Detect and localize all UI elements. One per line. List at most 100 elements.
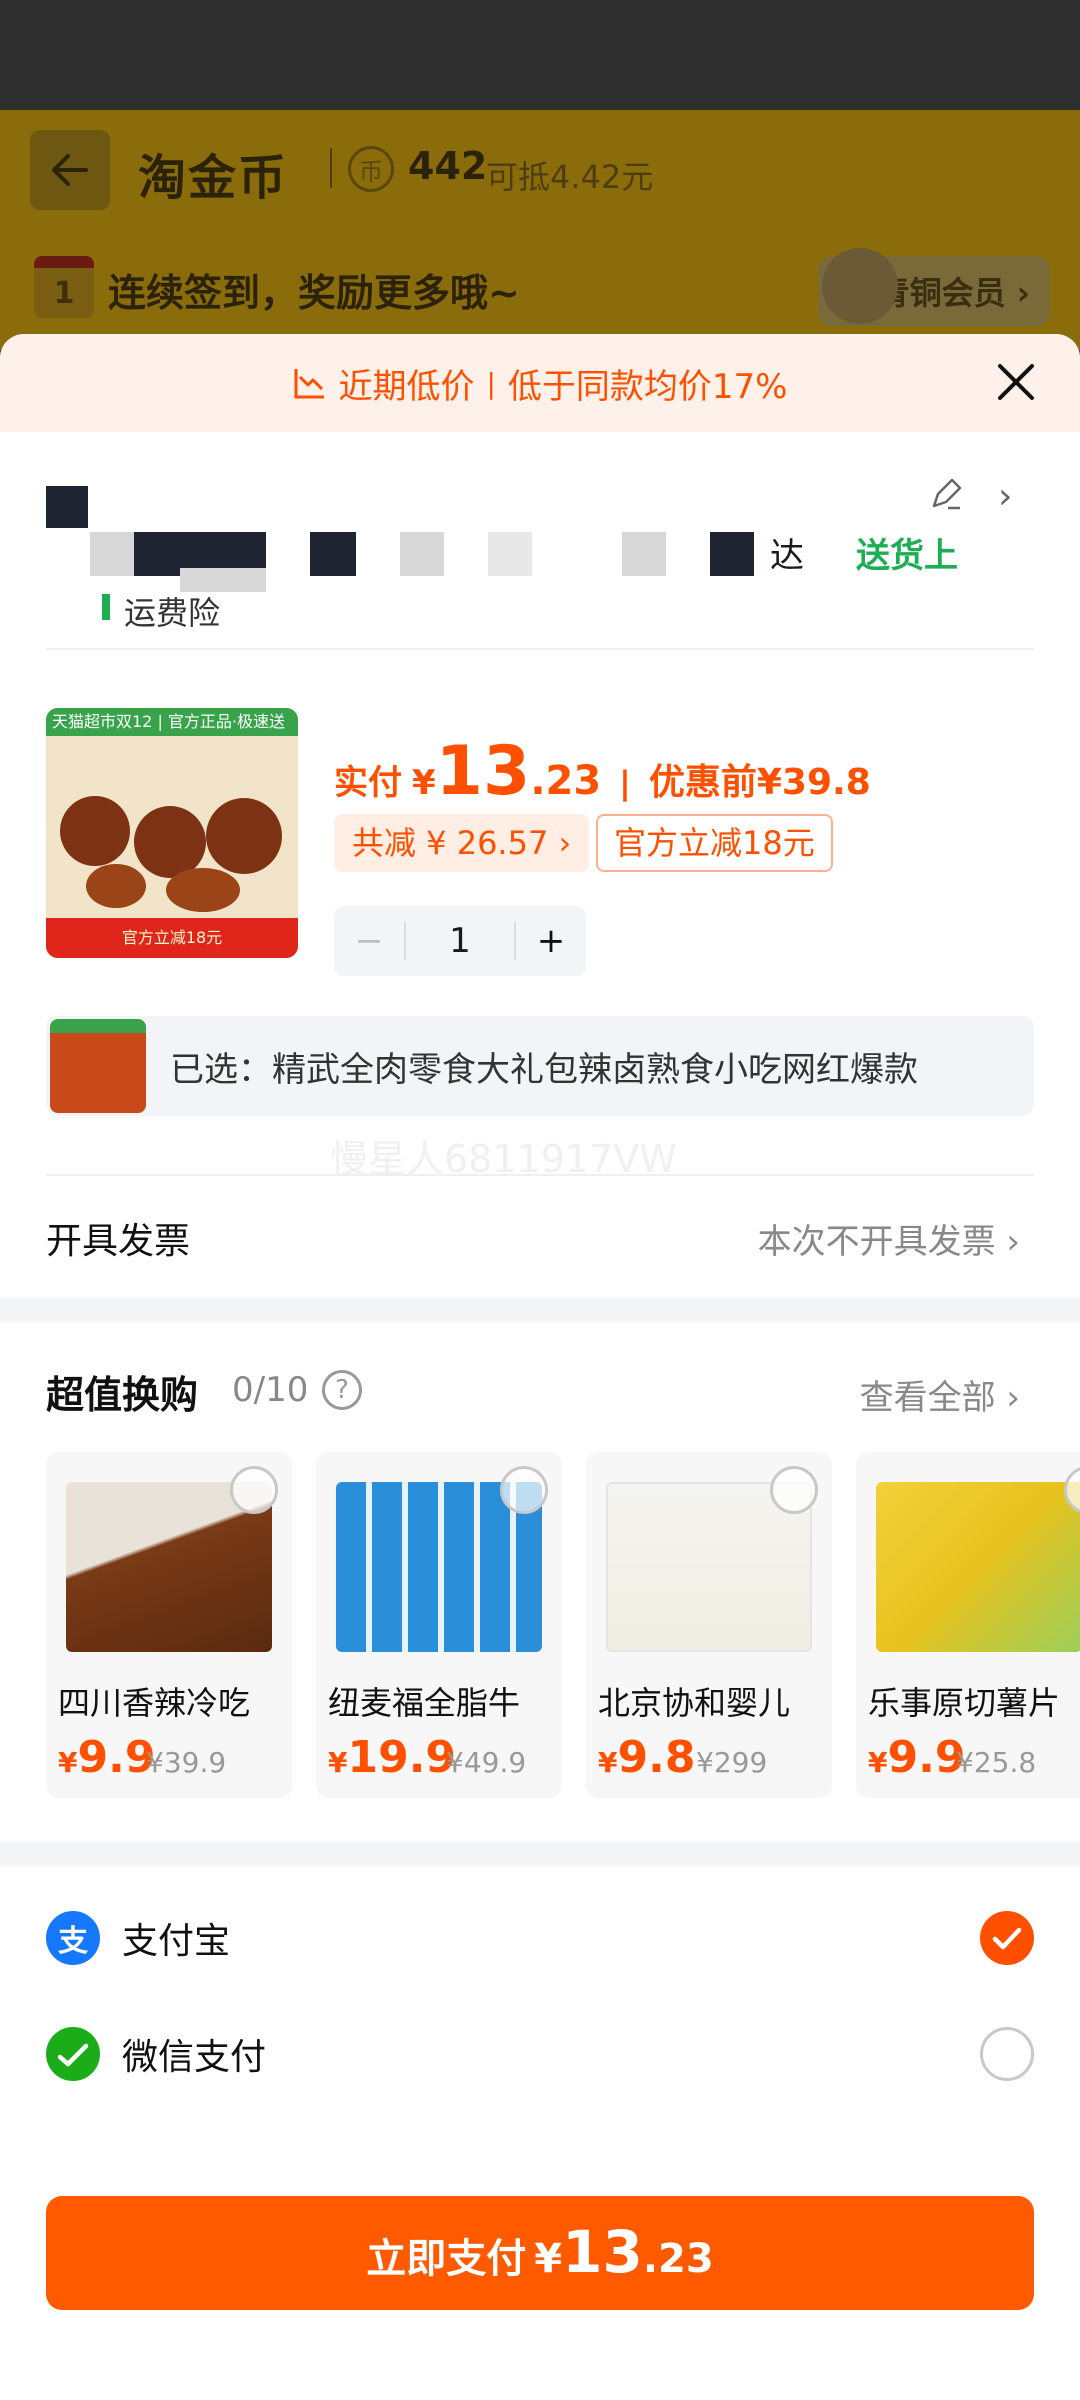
product-image-top-strip: 天猫超市双12 | 官方正品·极速送达 — [46, 708, 298, 759]
address-section[interactable]: › 达 送货上 运费险 — [0, 432, 1080, 688]
price-separator: | — [619, 764, 631, 802]
exchange-count: 0/10 — [232, 1370, 309, 1410]
exchange-item-original-price: ¥39.9 — [146, 1746, 227, 1779]
exchange-card[interactable]: 北京协和婴儿 ¥9.8 ¥299 — [586, 1452, 832, 1798]
redacted-block — [90, 532, 134, 576]
product-image-promo-band: 官方立减18元 — [46, 918, 298, 958]
official-discount-badge: 官方立减18元 — [596, 814, 833, 872]
sku-thumbnail — [50, 1019, 146, 1113]
select-radio[interactable] — [230, 1466, 278, 1514]
price-decimal: .23 — [530, 758, 602, 804]
calendar-icon: 1 — [34, 256, 94, 318]
exchange-item-name: 四川香辣冷吃 — [58, 1684, 251, 1722]
exchange-item-original-price: ¥299 — [696, 1746, 768, 1779]
redacted-block — [310, 532, 356, 576]
food-shape — [134, 806, 206, 878]
pay-amount-integer: 13 — [562, 2218, 643, 2286]
divider — [330, 148, 332, 188]
checkmark-icon[interactable] — [980, 1911, 1034, 1965]
exchange-item-name: 乐事原切薯片 — [868, 1684, 1061, 1722]
price-compare-text: 低于同款均价17% — [507, 366, 788, 407]
payment-option-label: 微信支付 — [122, 2037, 267, 2078]
food-shape — [166, 868, 240, 912]
help-icon[interactable]: ? — [322, 1370, 362, 1410]
redacted-block — [46, 486, 88, 528]
wechat-icon — [46, 2027, 100, 2081]
price-row: 实付 ¥ 13 .23 | 优惠前 ¥39.8 — [334, 732, 871, 811]
coin-count: 442 — [408, 144, 488, 188]
pay-now-label: 立即支付 — [366, 2236, 527, 2282]
view-all-link[interactable]: 查看全部 › — [860, 1370, 1020, 1419]
delivery-service-label: 送货上 — [856, 536, 958, 576]
selected-sku-text: 已选：精武全肉零食大礼包辣卤熟食小吃网红爆款 — [170, 1049, 918, 1090]
total-discount-button[interactable]: 共减 ¥ 26.57 › — [334, 814, 590, 872]
price-integer: 13 — [435, 732, 531, 811]
before-discount-label: 优惠前 — [648, 762, 757, 803]
payment-option-wechat[interactable]: 微信支付 — [46, 2014, 1034, 2094]
chevron-right-icon: › — [998, 476, 1013, 517]
select-radio[interactable] — [770, 1466, 818, 1514]
close-icon[interactable] — [992, 358, 1040, 406]
currency-symbol: ¥ — [412, 763, 436, 803]
edit-icon[interactable] — [928, 476, 964, 512]
exchange-item-original-price: ¥49.9 — [446, 1746, 527, 1779]
exchange-item-price: ¥9.9 — [58, 1732, 156, 1783]
invoice-row[interactable]: 开具发票 本次不开具发票 › — [0, 1174, 1080, 1298]
increase-button[interactable]: + — [516, 921, 586, 961]
product-image[interactable]: 天猫超市双12 | 官方正品·极速送达 官方立减18元 — [46, 708, 298, 958]
select-radio[interactable] — [980, 2027, 1034, 2081]
decrease-button[interactable]: − — [334, 921, 404, 961]
food-shape — [86, 864, 146, 908]
sign-in-text: 连续签到，奖励更多哦~ — [108, 271, 520, 315]
redacted-block — [488, 532, 532, 576]
redacted-block — [710, 532, 754, 576]
currency-symbol: ¥ — [534, 2236, 563, 2282]
low-price-banner: 近期低价 | 低于同款均价17% — [0, 334, 1080, 432]
exchange-title: 超值换购 — [46, 1373, 199, 1417]
select-radio[interactable] — [500, 1466, 548, 1514]
insurance-mark-icon — [102, 594, 110, 620]
exchange-item-price: ¥9.8 — [598, 1732, 696, 1783]
exchange-list: 四川香辣冷吃 ¥9.9 ¥39.9 纽麦福全脂牛 ¥19.9 ¥49.9 北京协… — [46, 1452, 1080, 1798]
product-image — [876, 1482, 1080, 1652]
payment-option-label: 支付宝 — [122, 1921, 231, 1962]
exchange-card[interactable]: 乐事原切薯片 ¥9.9 ¥25.8 — [856, 1452, 1080, 1798]
pay-amount-decimal: .23 — [642, 2236, 714, 2282]
coin-icon: 币 — [348, 146, 394, 192]
food-shape — [206, 798, 282, 874]
exchange-item-name: 北京协和婴儿 — [598, 1684, 791, 1722]
page-title: 淘金币 — [138, 150, 289, 206]
quantity-value[interactable]: 1 — [404, 922, 516, 960]
invoice-value: 本次不开具发票 › — [757, 1222, 1020, 1262]
pay-now-button[interactable]: 立即支付 ¥ 13 .23 — [46, 2196, 1034, 2310]
payment-option-alipay[interactable]: 支 支付宝 — [46, 1898, 1034, 1978]
member-mascot-icon — [822, 248, 898, 324]
exchange-card[interactable]: 四川香辣冷吃 ¥9.9 ¥39.9 — [46, 1452, 292, 1798]
exchange-item-price: ¥9.9 — [868, 1732, 966, 1783]
back-button[interactable] — [30, 130, 110, 210]
divider — [46, 648, 1034, 650]
arrow-left-icon — [52, 154, 88, 186]
redacted-block — [622, 532, 666, 576]
section-gap — [0, 1298, 1080, 1322]
coin-value: 可抵4.42元 — [486, 158, 654, 196]
invoice-label: 开具发票 — [46, 1221, 191, 1262]
alipay-icon: 支 — [46, 1911, 100, 1965]
before-discount-price: ¥39.8 — [756, 762, 871, 803]
product-image-body — [46, 736, 298, 918]
product-section: 天猫超市双12 | 官方正品·极速送达 官方立减18元 实付 ¥ 13 .23 … — [0, 688, 1080, 1018]
address-text: 达 — [770, 536, 804, 576]
section-gap — [0, 1842, 1080, 1866]
exchange-card[interactable]: 纽麦福全脂牛 ¥19.9 ¥49.9 — [316, 1452, 562, 1798]
redacted-block — [400, 532, 444, 576]
shipping-insurance-label: 运费险 — [124, 594, 221, 632]
low-price-label: 近期低价 — [338, 366, 475, 407]
exchange-item-name: 纽麦福全脂牛 — [328, 1684, 521, 1722]
exchange-item-original-price: ¥25.8 — [956, 1746, 1037, 1779]
paid-label: 实付 — [334, 763, 402, 803]
status-bar — [0, 0, 1080, 110]
exchange-item-price: ¥19.9 — [328, 1732, 457, 1783]
quantity-stepper: − 1 + — [334, 906, 586, 976]
checkout-sheet: 近期低价 | 低于同款均价17% › 达 送货上 运费险 天猫超市双12 | 官… — [0, 334, 1080, 2400]
selected-sku[interactable]: 已选：精武全肉零食大礼包辣卤熟食小吃网红爆款 — [46, 1016, 1034, 1116]
